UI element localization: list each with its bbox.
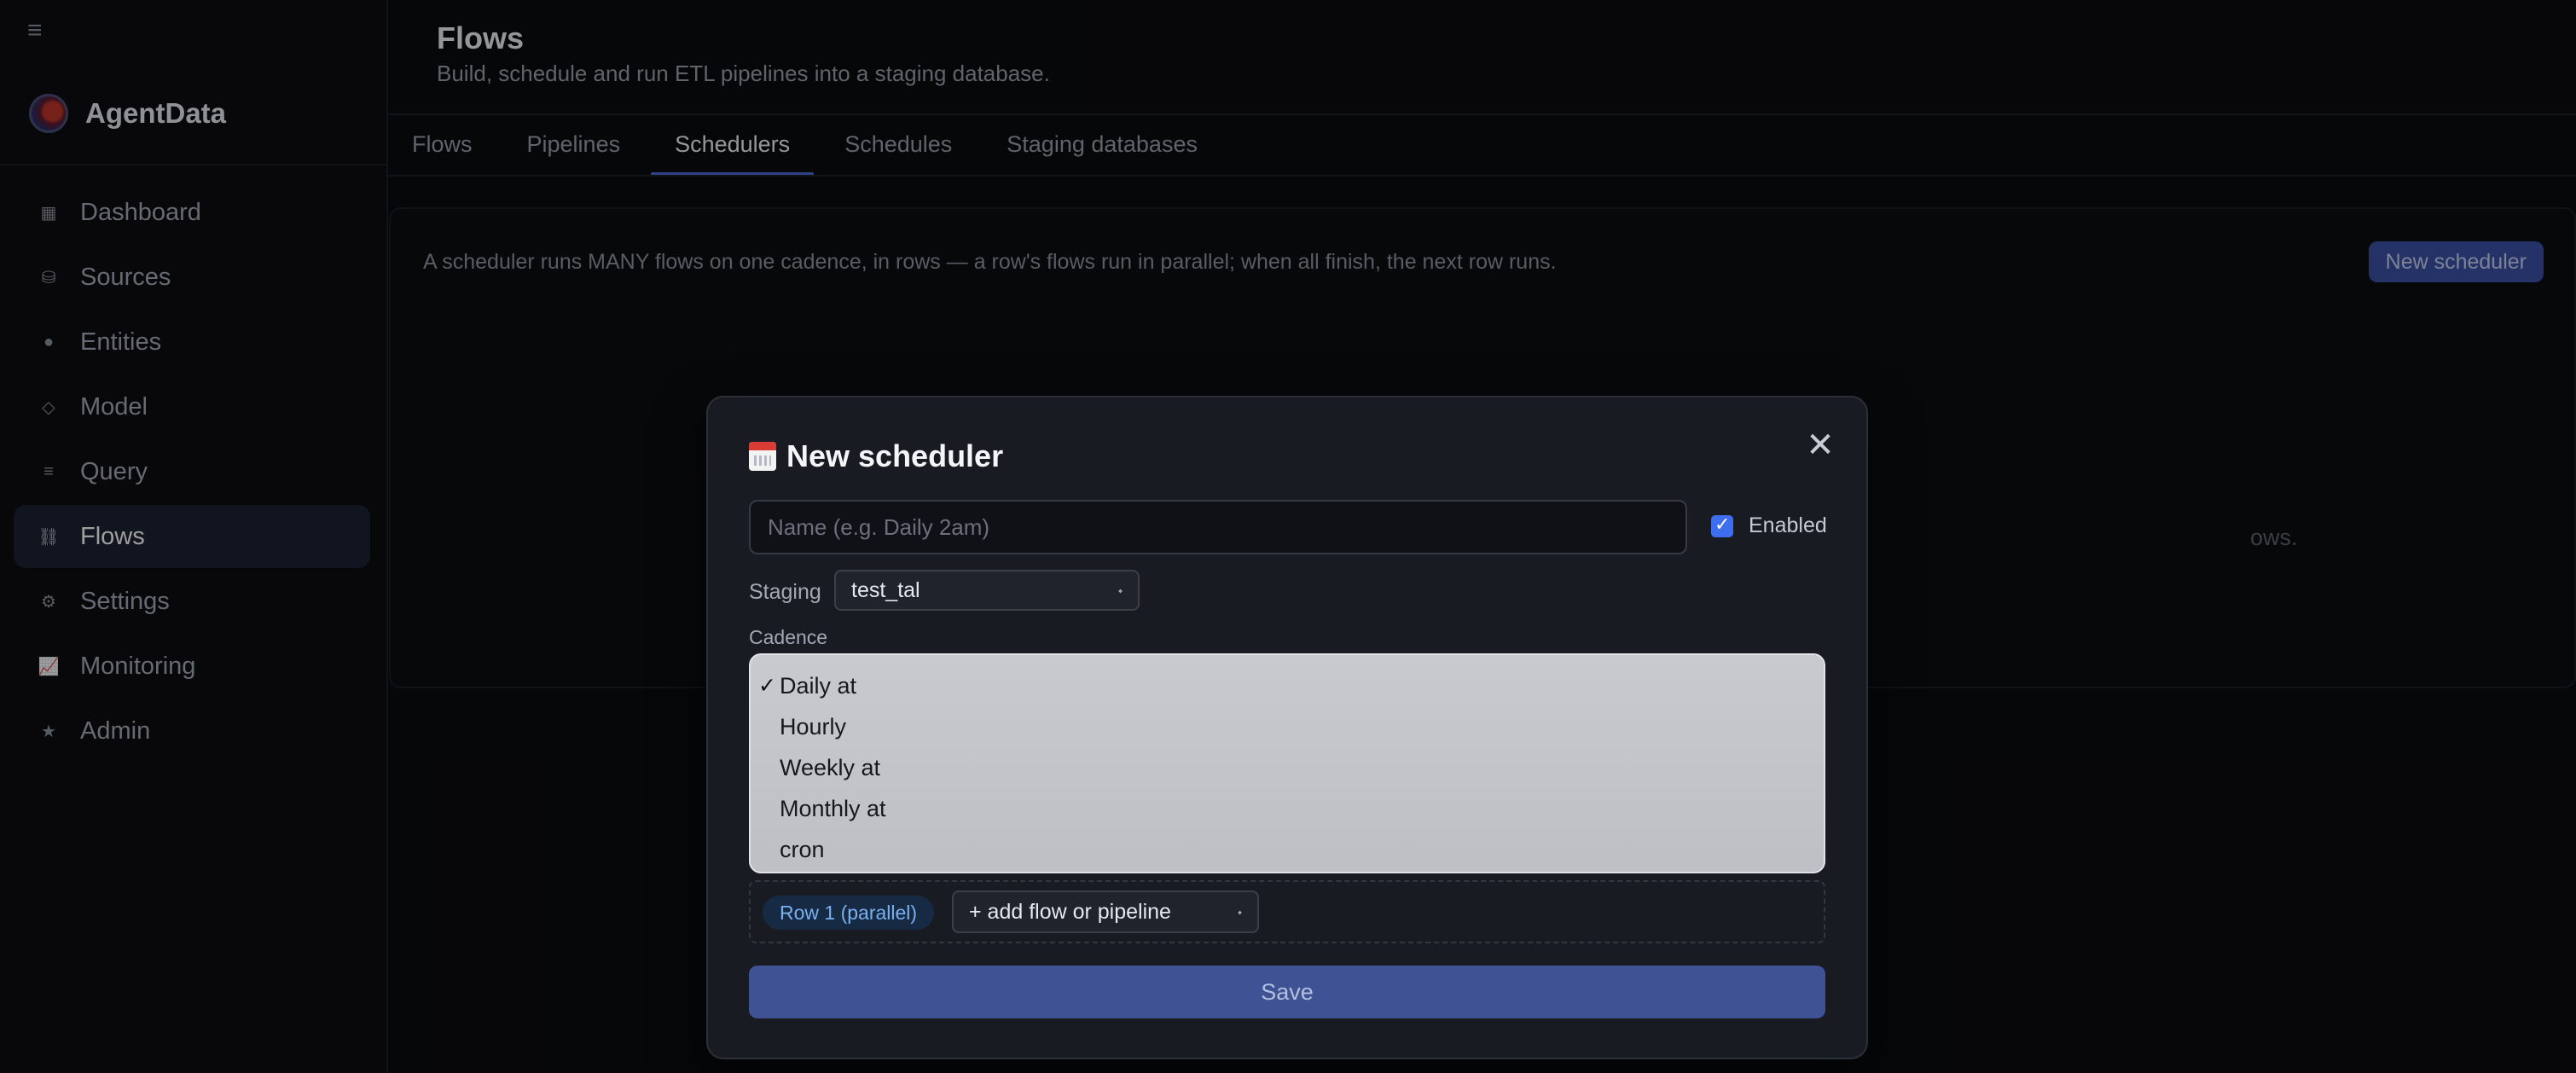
enabled-toggle[interactable]: Enabled <box>1711 513 1827 538</box>
enabled-checkbox[interactable] <box>1711 513 1733 537</box>
modal-title: New scheduler <box>749 438 1003 474</box>
scheduler-name-input[interactable] <box>749 500 1687 554</box>
cadence-option-label: Monthly at <box>780 795 886 821</box>
cadence-label: Cadence <box>749 626 828 648</box>
new-scheduler-modal: New scheduler ✕ Enabled Staging test_tal… <box>706 396 1868 1059</box>
cadence-option-label: cron <box>780 836 825 862</box>
add-flow-select-value: + add flow or pipeline <box>969 900 1171 924</box>
cadence-option-label: Hourly <box>780 713 847 740</box>
close-button[interactable]: ✕ <box>1803 428 1837 462</box>
staging-select[interactable]: test_tal ⬩ <box>834 570 1140 611</box>
chevron-down-icon: ⬩ <box>1237 905 1242 919</box>
cadence-option-weekly[interactable]: Weekly at <box>751 747 1824 788</box>
cadence-option-label: Weekly at <box>780 754 881 780</box>
add-flow-select[interactable]: + add flow or pipeline ⬩ <box>952 890 1259 933</box>
checkmark-icon: ✓ <box>758 674 776 698</box>
row-badge: Row 1 (parallel) <box>763 896 935 930</box>
cadence-dropdown[interactable]: ✓ Daily at Hourly Weekly at Monthly at c… <box>749 653 1825 873</box>
cadence-option-hourly[interactable]: Hourly <box>751 706 1824 747</box>
cadence-option-cron[interactable]: cron <box>751 829 1824 870</box>
cadence-option-label: Daily at <box>780 672 857 699</box>
staging-label: Staging <box>749 580 821 604</box>
enabled-label: Enabled <box>1749 513 1827 537</box>
chevron-down-icon: ⬩ <box>1117 583 1123 597</box>
save-button[interactable]: Save <box>749 966 1825 1018</box>
modal-title-text: New scheduler <box>786 438 1004 473</box>
calendar-icon <box>749 442 776 471</box>
staging-select-value: test_tal <box>851 578 920 602</box>
cadence-option-daily[interactable]: ✓ Daily at <box>751 665 1824 706</box>
scheduler-row: Row 1 (parallel) + add flow or pipeline … <box>749 880 1825 943</box>
cadence-option-monthly[interactable]: Monthly at <box>751 788 1824 829</box>
